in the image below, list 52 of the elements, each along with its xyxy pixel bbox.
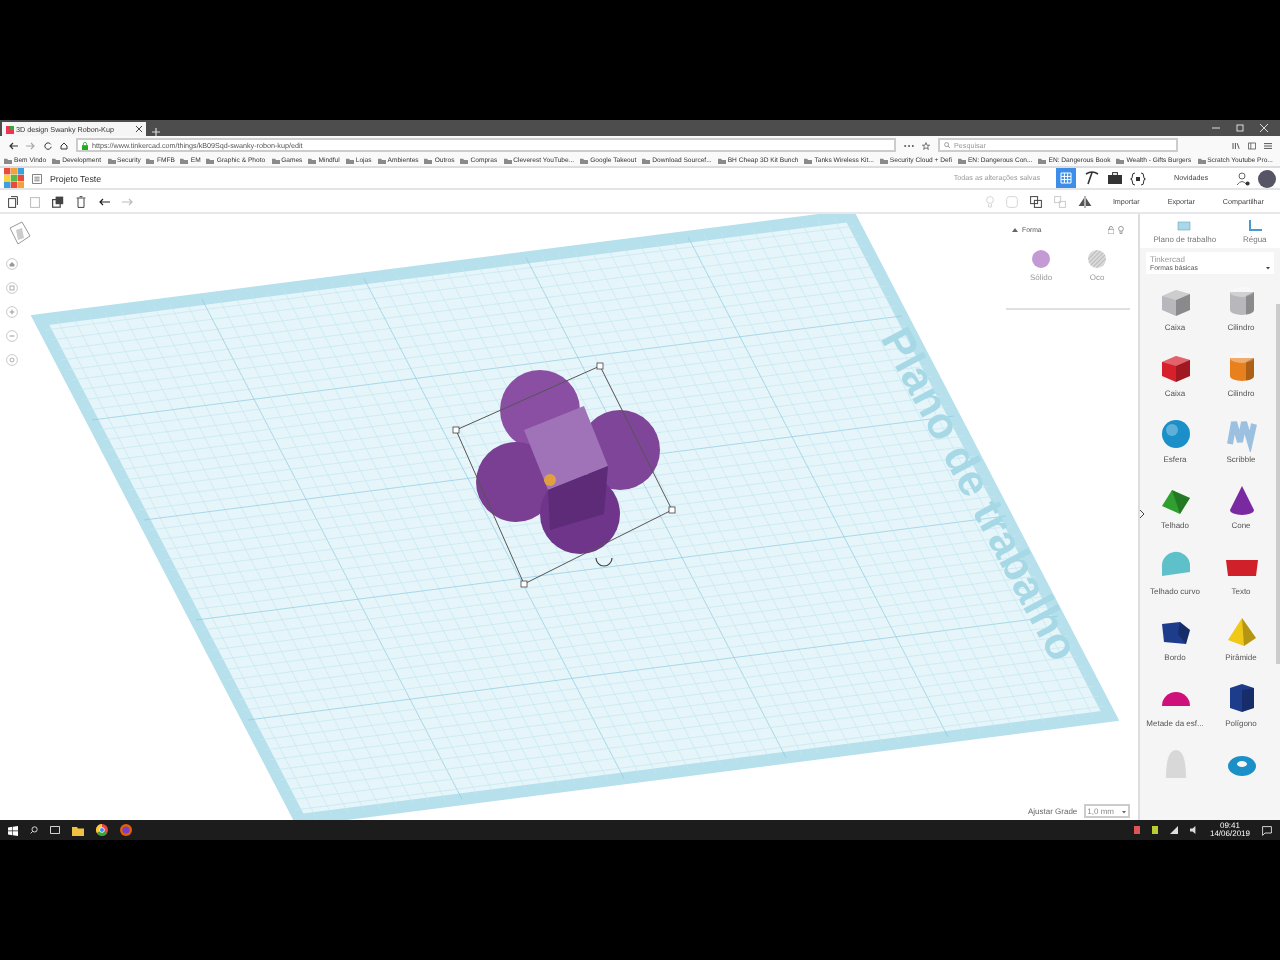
bookmark-icon[interactable]	[922, 141, 930, 149]
close-icon[interactable]	[136, 126, 142, 132]
tray-icon[interactable]	[1133, 826, 1140, 834]
list-icon[interactable]	[32, 173, 42, 183]
network-icon[interactable]	[1169, 826, 1178, 834]
mirror-icon[interactable]	[1078, 195, 1093, 207]
pickaxe-icon[interactable]	[1084, 170, 1101, 186]
favicon-icon	[6, 125, 14, 133]
search-icon[interactable]	[30, 826, 38, 834]
grouped-shape-drawing[interactable]	[476, 370, 660, 554]
avatar-icon[interactable]	[1258, 169, 1276, 187]
hole-swatch[interactable]	[1088, 250, 1107, 268]
library-icon[interactable]	[1232, 141, 1240, 149]
home-icon[interactable]	[60, 141, 68, 149]
undo-icon[interactable]	[98, 197, 110, 205]
volume-icon[interactable]	[1189, 826, 1198, 834]
tray-icon[interactable]	[1151, 826, 1158, 834]
lightbulb-icon[interactable]	[1118, 226, 1124, 234]
duplicate-icon[interactable]	[52, 195, 64, 207]
braces-icon[interactable]	[1130, 171, 1147, 185]
group-icon[interactable]	[1030, 195, 1043, 207]
task-view-icon[interactable]	[50, 826, 60, 834]
selection-handle[interactable]	[596, 362, 604, 370]
center-handle[interactable]	[544, 474, 556, 486]
sidebar-icon[interactable]	[1248, 141, 1256, 149]
selection-handle[interactable]	[452, 426, 460, 434]
notification-icon[interactable]	[1262, 825, 1272, 835]
workplane-icon	[1176, 220, 1193, 232]
reload-icon[interactable]	[44, 141, 52, 149]
folder-icon[interactable]	[72, 825, 84, 835]
start-icon[interactable]	[8, 825, 18, 835]
ruler-icon	[1247, 220, 1262, 232]
rotate-handle[interactable]	[595, 557, 613, 567]
grid-view-icon[interactable]	[1056, 168, 1077, 188]
minimize-icon[interactable]	[1212, 124, 1220, 132]
tinkercad-logo[interactable]	[4, 168, 24, 188]
search-icon	[944, 142, 950, 148]
firefox-browser-icon[interactable]	[120, 824, 132, 836]
lock-icon	[82, 141, 88, 149]
back-icon[interactable]	[8, 141, 18, 149]
trash-icon[interactable]	[76, 195, 86, 207]
caret-icon	[1266, 266, 1270, 270]
user-add-icon[interactable]	[1236, 171, 1250, 185]
chrome-browser-icon[interactable]	[96, 824, 108, 836]
menu-icon[interactable]	[1264, 141, 1272, 149]
selection-handle[interactable]	[520, 580, 528, 588]
solid-color-swatch[interactable]	[1032, 250, 1051, 268]
new-tab-icon[interactable]	[152, 128, 160, 136]
selection-handle[interactable]	[668, 506, 676, 514]
copy-icon[interactable]	[8, 195, 18, 207]
briefcase-icon[interactable]	[1108, 172, 1123, 184]
maximize-icon[interactable]	[1236, 124, 1244, 132]
